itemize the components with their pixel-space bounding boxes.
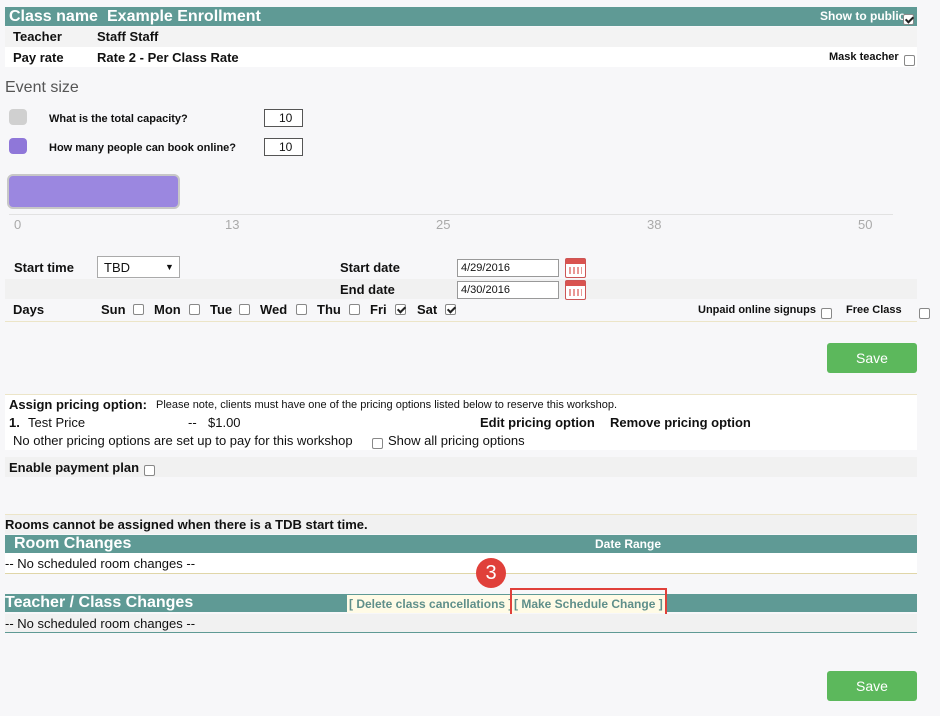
day-checkbox-sat[interactable] [445,304,456,315]
pricing-item-name: Test Price [28,415,86,430]
assign-pricing-label: Assign pricing option: [9,397,147,412]
teacher-row: Teacher Staff Staff [5,27,917,47]
start-date-label: Start date [340,260,400,275]
capacity-input[interactable]: 10 [264,109,303,127]
capacity-slider-track [9,214,893,215]
payment-plan-row: Enable payment plan [5,457,917,477]
mask-teacher-checkbox[interactable] [904,55,915,67]
end-date-calendar-icon[interactable] [565,280,586,300]
show-to-public-label: Show to public [820,9,906,23]
capacity-label: What is the total capacity? [49,113,188,125]
teacher-label: Teacher [13,29,62,44]
payment-plan-label: Enable payment plan [9,460,140,475]
schedule-divider [5,321,917,322]
start-time-label: Start time [14,260,74,275]
pricing-section: Assign pricing option: Please note, clie… [5,394,917,450]
capacity-swatch [9,109,27,125]
day-label-sat: Sat [417,302,438,317]
day-label-thu: Thu [317,302,341,317]
no-other-pricing-text: No other pricing options are set up to p… [13,433,353,448]
pricing-item-dash: -- [188,415,197,430]
online-label: How many people can book online? [49,142,237,154]
date-range-label: Date Range [595,537,662,551]
dropdown-arrow-icon: ▼ [165,262,174,272]
capacity-slider-handle[interactable] [7,174,180,209]
rooms-notice: Rooms cannot be assigned when there is a… [5,517,368,532]
save-button-top[interactable]: Save [827,343,917,373]
slider-tick-38: 38 [647,217,662,232]
remove-pricing-option-link[interactable]: Remove pricing option [610,415,751,430]
teacher-changes-title: Teacher / Class Changes [5,594,194,611]
pay-rate-value: Rate 2 - Per Class Rate [97,50,239,65]
end-date-label: End date [340,282,395,297]
class-name-value: Example Enrollment [107,8,261,25]
callout-number-badge: 3 [476,558,506,588]
pricing-note: Please note, clients must have one of th… [156,399,618,411]
online-input[interactable]: 10 [264,138,303,156]
room-changes-bar: Room Changes Date Range [5,535,917,553]
room-changes-empty: -- No scheduled room changes -- [5,556,196,571]
payment-plan-checkbox[interactable] [144,465,155,477]
teacher-value: Staff Staff [97,29,159,44]
day-label-wed: Wed [260,302,288,317]
rooms-notice-row: Rooms cannot be assigned when there is a… [5,514,917,534]
day-label-mon: Mon [154,302,181,317]
day-checkbox-wed[interactable] [296,304,307,315]
pricing-item-price: $1.00 [208,415,241,430]
mask-teacher-label: Mask teacher [829,51,899,63]
teacher-changes-empty: -- No scheduled room changes -- [5,616,196,631]
day-label-sun: Sun [101,302,126,317]
start-time-select[interactable]: TBD ▼ [97,256,180,278]
slider-tick-13: 13 [225,217,240,232]
teacher-changes-row: -- No scheduled room changes -- [5,614,917,633]
room-changes-title: Room Changes [14,535,132,552]
show-all-pricing-checkbox[interactable] [372,438,383,450]
end-date-input[interactable]: 4/30/2016 [457,281,559,299]
show-to-public-checkbox[interactable] [903,14,914,26]
save-button-bottom[interactable]: Save [827,671,917,701]
day-label-tue: Tue [210,302,233,317]
slider-tick-25: 25 [436,217,451,232]
unpaid-signups-label: Unpaid online signups [698,304,816,316]
day-checkbox-sun[interactable] [133,304,144,315]
day-checkbox-fri[interactable] [395,304,406,315]
start-time-value: TBD [104,260,130,275]
start-date-calendar-icon[interactable] [565,258,586,278]
edit-pricing-option-link[interactable]: Edit pricing option [480,415,595,430]
pay-rate-label: Pay rate [13,50,64,65]
free-class-checkbox[interactable] [918,308,930,320]
start-date-input[interactable]: 4/29/2016 [457,259,559,277]
day-label-fri: Fri [370,302,387,317]
online-swatch [9,138,27,154]
delete-class-cancellations-link[interactable]: [ Delete class cancellations ] [347,595,515,613]
unpaid-signups-checkbox[interactable] [821,308,832,320]
event-size-title: Event size [5,79,79,96]
slider-tick-50: 50 [858,217,873,232]
day-checkbox-mon[interactable] [189,304,200,315]
slider-tick-0: 0 [14,217,22,232]
days-label: Days [13,302,45,317]
room-changes-row: -- No scheduled room changes -- [5,553,917,574]
class-header-bar: Class name Example Enrollment Show to pu… [5,7,917,26]
show-all-pricing-label: Show all pricing options [388,433,525,448]
day-checkbox-tue[interactable] [239,304,250,315]
class-name-label: Class name [9,8,98,25]
pricing-item-number: 1. [9,415,20,430]
free-class-label: Free Class [846,304,902,316]
pay-rate-row: Pay rate Rate 2 - Per Class Rate Mask te… [5,47,917,67]
day-checkbox-thu[interactable] [349,304,360,315]
